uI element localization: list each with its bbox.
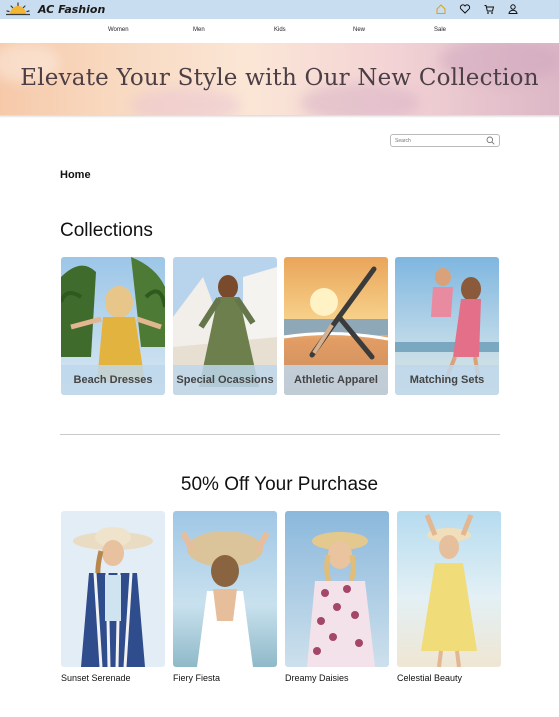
collection-card-beach-dresses[interactable]: Beach Dresses: [61, 257, 165, 395]
top-bar: AC Fashion: [0, 0, 559, 19]
sun-logo-icon[interactable]: [6, 2, 30, 16]
celestial-beauty-image: [397, 511, 501, 667]
search-input[interactable]: [395, 136, 485, 146]
product-card-celestial-beauty[interactable]: [397, 511, 501, 667]
product-card-sunset-serenade[interactable]: [61, 511, 165, 667]
collection-label: Beach Dresses: [61, 365, 165, 395]
hero-headline: Elevate Your Style with Our New Collecti…: [20, 65, 539, 91]
collection-card-athletic-apparel[interactable]: Athletic Apparel: [284, 257, 388, 395]
product-card-fiery-fiesta[interactable]: [173, 511, 277, 667]
product-card-dreamy-daisies[interactable]: [285, 511, 389, 667]
product-name[interactable]: Celestial Beauty: [397, 673, 462, 683]
fiery-fiesta-image: [173, 511, 277, 667]
breadcrumb-home[interactable]: Home: [60, 169, 91, 181]
product-name[interactable]: Dreamy Daisies: [285, 673, 349, 683]
collections-title: Collections: [60, 220, 153, 241]
collection-label: Special Ocassions: [173, 365, 277, 395]
home-icon[interactable]: [435, 3, 447, 15]
nav-sale[interactable]: Sale: [434, 27, 446, 33]
collection-card-matching-sets[interactable]: Matching Sets: [395, 257, 499, 395]
promo-title: 50% Off Your Purchase: [180, 474, 379, 495]
search-box[interactable]: [390, 134, 500, 147]
brand-name[interactable]: AC Fashion: [38, 3, 105, 16]
nav-new[interactable]: New: [353, 27, 365, 33]
product-name[interactable]: Fiery Fiesta: [173, 673, 220, 683]
main-nav: Women Men Kids New Sale: [0, 19, 559, 43]
heart-icon[interactable]: [459, 3, 471, 15]
search-icon[interactable]: [486, 136, 495, 145]
hero-divider: [0, 115, 559, 118]
nav-kids[interactable]: Kids: [274, 27, 286, 33]
nav-men[interactable]: Men: [193, 27, 205, 33]
collection-label: Matching Sets: [395, 365, 499, 395]
dreamy-daisies-image: [285, 511, 389, 667]
section-divider: [60, 434, 500, 435]
cart-icon[interactable]: [483, 3, 495, 15]
collection-label: Athletic Apparel: [284, 365, 388, 395]
product-name[interactable]: Sunset Serenade: [61, 673, 131, 683]
collection-card-special-occasions[interactable]: Special Ocassions: [173, 257, 277, 395]
sunset-serenade-image: [61, 511, 165, 667]
hero-banner: Elevate Your Style with Our New Collecti…: [0, 43, 559, 115]
nav-women[interactable]: Women: [108, 27, 129, 33]
user-icon[interactable]: [507, 3, 519, 15]
